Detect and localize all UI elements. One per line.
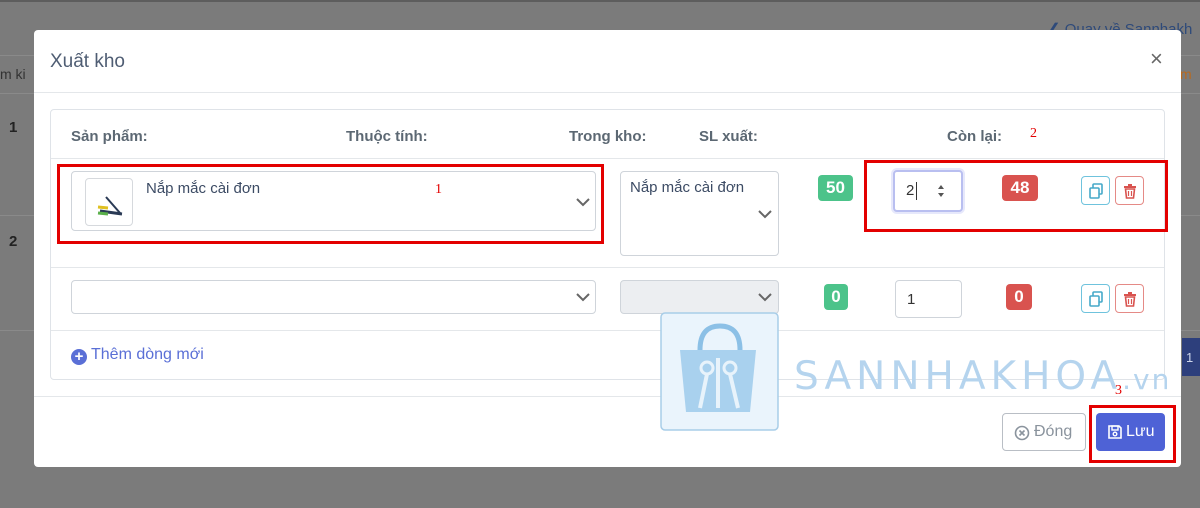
attribute-select-value: Nắp mắc cài đơn — [630, 179, 745, 196]
annotation-box-3 — [1089, 405, 1176, 463]
export-stock-modal: Xuất kho × Sản phẩm: Thuộc tính: Trong k… — [34, 30, 1181, 467]
delete-row-button[interactable] — [1115, 284, 1144, 313]
attribute-select[interactable]: Nắp mắc cài đơn — [620, 171, 779, 256]
add-row-label: Thêm dòng mới — [91, 346, 204, 363]
modal-title: Xuất kho — [50, 51, 125, 72]
product-select[interactable] — [71, 280, 596, 314]
column-header-attribute: Thuộc tính: — [346, 128, 428, 145]
export-items-panel: Sản phẩm: Thuộc tính: Trong kho: SL xuất… — [50, 109, 1165, 380]
trash-icon — [1124, 292, 1136, 307]
remaining-badge: 0 — [1006, 284, 1032, 310]
column-header-stock: Trong kho: — [569, 128, 647, 145]
annotation-label-1: 1 — [435, 182, 442, 197]
chevron-down-icon — [758, 293, 772, 302]
annotation-label-2: 2 — [1030, 126, 1037, 141]
stock-badge: 50 — [818, 175, 853, 201]
divider — [51, 158, 1164, 159]
chevron-down-icon — [758, 210, 772, 219]
background-search-text: m ki — [0, 66, 26, 82]
close-button[interactable]: Đóng — [1002, 413, 1086, 451]
background-row-number: 2 — [9, 233, 18, 250]
close-icon[interactable]: × — [1150, 48, 1163, 70]
background-row-number: 1 — [9, 119, 18, 136]
annotation-label-3: 3 — [1115, 383, 1122, 398]
annotation-box-2 — [864, 160, 1168, 232]
divider — [51, 330, 1164, 331]
attribute-select[interactable] — [620, 280, 779, 314]
times-circle-icon — [1014, 425, 1030, 441]
copy-icon — [1089, 291, 1103, 307]
pagination-button: 1 — [1182, 338, 1200, 376]
column-header-remaining: Còn lại: — [947, 128, 1002, 145]
divider — [51, 267, 1164, 268]
copy-row-button[interactable] — [1081, 284, 1110, 313]
annotation-box-1 — [57, 164, 604, 244]
column-header-product: Sản phẩm: — [71, 128, 148, 145]
export-qty-input[interactable]: 1 — [895, 280, 962, 318]
chevron-down-icon — [576, 293, 590, 302]
sannhakhoa-logo-watermark — [660, 312, 779, 431]
column-header-export-qty: SL xuất: — [699, 128, 758, 145]
stock-badge: 0 — [824, 284, 848, 310]
background-right-text: m — [1180, 66, 1192, 82]
export-qty-value: 1 — [907, 291, 916, 308]
add-row-button[interactable]: + Thêm dòng mới — [71, 346, 204, 365]
modal-header: Xuất kho × — [34, 30, 1181, 93]
plus-circle-icon: + — [71, 349, 87, 365]
background-topbar — [0, 0, 1200, 2]
close-button-label: Đóng — [1034, 423, 1073, 440]
